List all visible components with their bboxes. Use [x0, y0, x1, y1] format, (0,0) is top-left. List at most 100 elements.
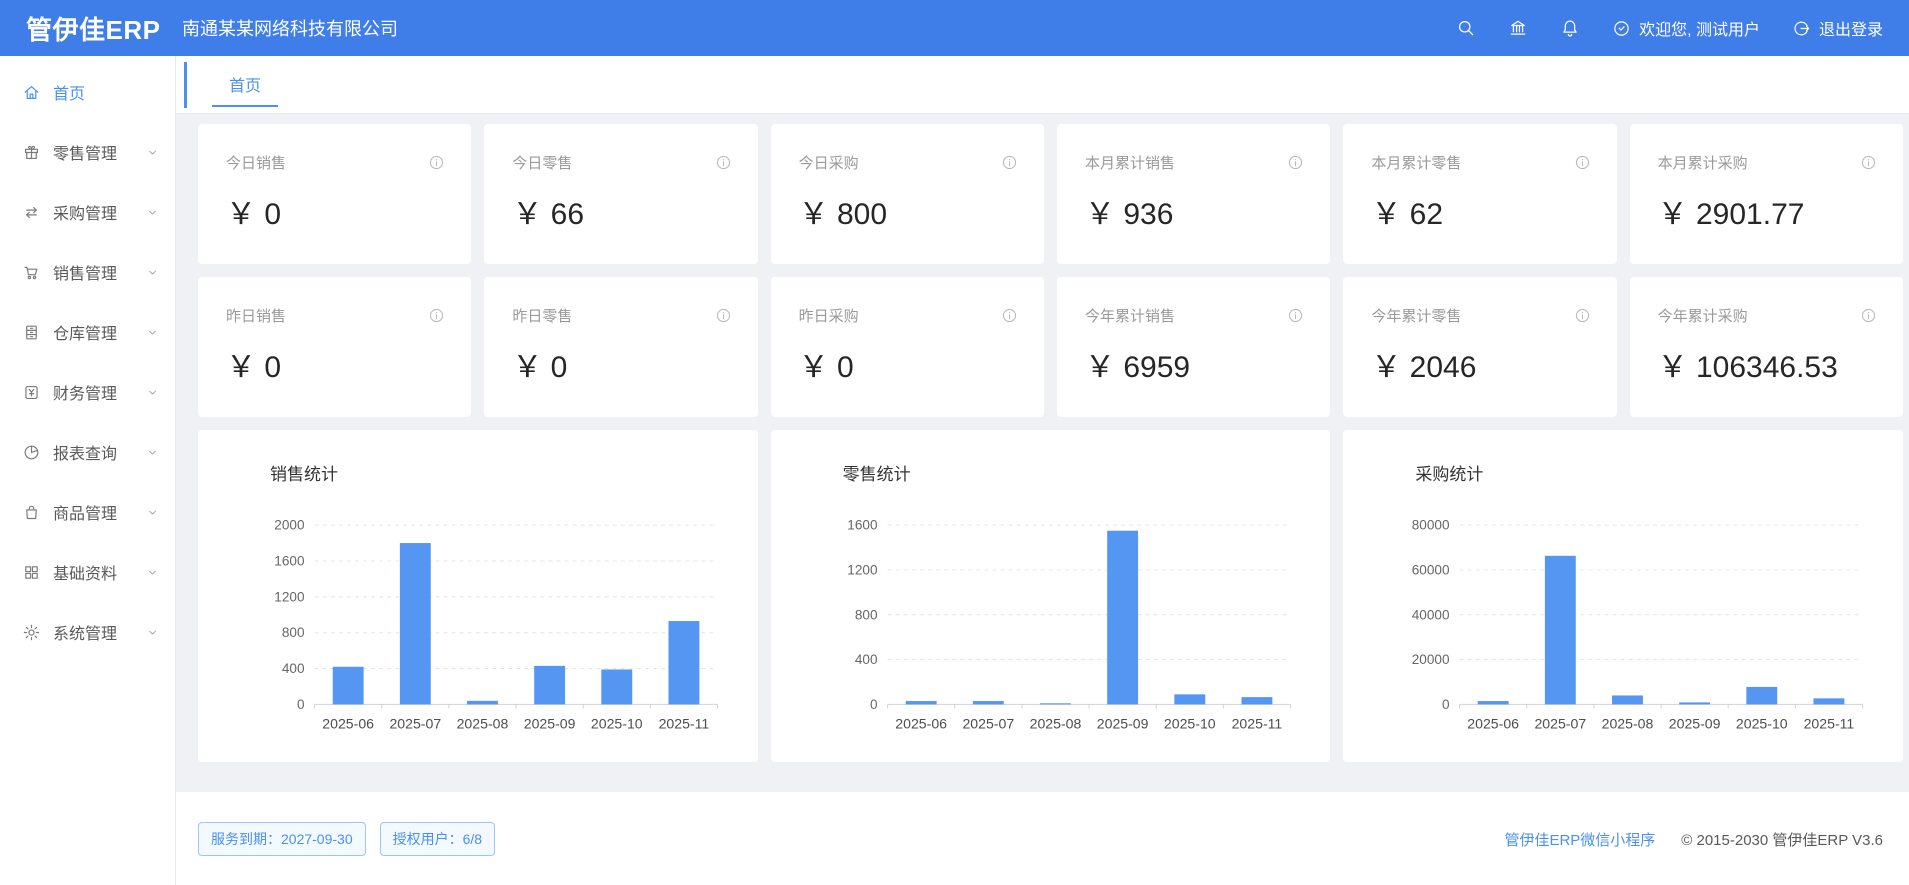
stat-card-label: 今日采购 — [799, 152, 859, 173]
content-area: 首页 今日销售￥ 0今日零售￥ 66今日采购￥ 800本月累计销售￥ 936本月… — [176, 56, 1909, 885]
stat-card: 今日采购￥ 800 — [771, 124, 1044, 264]
sidebar-item-swap[interactable]: 采购管理 — [0, 182, 175, 242]
info-icon[interactable] — [1287, 307, 1304, 324]
stat-card-label: 今年累计销售 — [1085, 305, 1175, 326]
stat-card-value: ￥ 0 — [226, 189, 445, 233]
svg-text:800: 800 — [282, 625, 305, 640]
stat-card: 今年累计采购￥ 106346.53 — [1630, 277, 1903, 417]
finance-icon — [22, 383, 41, 402]
stat-card-value: ￥ 936 — [1085, 189, 1304, 233]
user-welcome[interactable]: 欢迎您, 测试用户 — [1612, 16, 1760, 40]
info-icon[interactable] — [1574, 154, 1591, 171]
info-icon[interactable] — [428, 154, 445, 171]
svg-text:2025-09: 2025-09 — [1669, 716, 1721, 732]
pie-icon — [22, 443, 41, 462]
sidebar-item-label: 商品管理 — [53, 500, 117, 524]
svg-text:800: 800 — [855, 607, 878, 622]
tab-bar: 首页 — [176, 56, 1909, 114]
stat-card-label: 昨日采购 — [799, 305, 859, 326]
footer-badges: 服务到期：2027-09-30授权用户：6/8 — [198, 822, 495, 856]
stat-card: 今年累计销售 ￥ 6959 — [1057, 277, 1330, 417]
svg-text:2025-06: 2025-06 — [895, 716, 947, 732]
sidebar-item-pie[interactable]: 报表查询 — [0, 422, 175, 482]
stat-card-head: 本月累计销售 — [1085, 152, 1304, 173]
sidebar-item-label: 首页 — [53, 80, 85, 104]
chevron-down-icon — [146, 446, 159, 459]
bank-icon[interactable] — [1508, 18, 1528, 38]
svg-text:2025-08: 2025-08 — [457, 716, 509, 732]
stat-card-head: 今年累计采购 — [1658, 305, 1877, 326]
svg-text:2025-10: 2025-10 — [1164, 716, 1216, 732]
logout-button[interactable]: 退出登录 — [1792, 16, 1883, 40]
sidebar-item-cabinet[interactable]: 仓库管理 — [0, 302, 175, 362]
tab-home[interactable]: 首页 — [212, 63, 278, 107]
stat-card-value: ￥ 6959 — [1085, 342, 1304, 386]
stat-card-label: 今年累计采购 — [1658, 305, 1748, 326]
chart-title: 采购统计 — [1415, 460, 1883, 485]
stat-card-label: 今日零售 — [512, 152, 572, 173]
stat-card: 今年累计零售 ￥ 2046 — [1343, 277, 1616, 417]
sidebar-item-cart[interactable]: 销售管理 — [0, 242, 175, 302]
info-icon[interactable] — [428, 307, 445, 324]
sidebar-item-finance[interactable]: 财务管理 — [0, 362, 175, 422]
svg-text:0: 0 — [1442, 697, 1450, 712]
stat-card-label: 今年累计零售 — [1371, 305, 1461, 326]
stat-card: 本月累计销售 ￥ 936 — [1057, 124, 1330, 264]
stat-card: 本月累计零售 ￥ 62 — [1343, 124, 1616, 264]
gear-icon — [22, 623, 41, 642]
chevron-down-icon — [146, 626, 159, 639]
stat-card-head: 今年累计销售 — [1085, 305, 1304, 326]
svg-text:60000: 60000 — [1412, 562, 1450, 577]
chevron-down-icon — [146, 326, 159, 339]
app-logo: 管伊佳ERP — [0, 10, 176, 47]
stat-cards-grid: 今日销售￥ 0今日零售￥ 66今日采购￥ 800本月累计销售￥ 936本月累计零… — [198, 124, 1903, 417]
svg-text:1600: 1600 — [274, 554, 305, 569]
sidebar-item-bag[interactable]: 商品管理 — [0, 482, 175, 542]
bar-chart: 0400800120016002025-062025-072025-082025… — [807, 509, 1311, 751]
stat-card-head: 今年累计零售 — [1371, 305, 1590, 326]
grid-icon — [22, 563, 41, 582]
miniprogram-link[interactable]: 管伊佳ERP微信小程序 — [1504, 829, 1655, 850]
stat-card-label: 昨日零售 — [512, 305, 572, 326]
logout-icon — [1792, 19, 1811, 38]
info-icon[interactable] — [1860, 154, 1877, 171]
sidebar-item-gear[interactable]: 系统管理 — [0, 602, 175, 662]
sidebar-item-label: 系统管理 — [53, 620, 117, 644]
svg-text:400: 400 — [282, 661, 305, 676]
bell-icon[interactable] — [1560, 18, 1580, 38]
dashboard-page: 今日销售￥ 0今日零售￥ 66今日采购￥ 800本月累计销售￥ 936本月累计零… — [176, 114, 1909, 885]
sidebar-item-gift[interactable]: 零售管理 — [0, 122, 175, 182]
chart-panel-2: 零售统计0400800120016002025-062025-072025-08… — [771, 430, 1331, 762]
stat-card-value: ￥ 62 — [1371, 189, 1590, 233]
svg-text:2025-10: 2025-10 — [591, 716, 643, 732]
stat-card-label: 本月累计采购 — [1658, 152, 1748, 173]
main-layout: 首页零售管理采购管理销售管理仓库管理财务管理报表查询商品管理基础资料系统管理 首… — [0, 56, 1909, 885]
svg-text:2025-08: 2025-08 — [1029, 716, 1081, 732]
info-icon[interactable] — [1574, 307, 1591, 324]
company-name: 南通某某网络科技有限公司 — [176, 15, 398, 41]
stat-card-label: 昨日销售 — [226, 305, 286, 326]
stat-card: 本月累计采购￥ 2901.77 — [1630, 124, 1903, 264]
stat-card-label: 本月累计销售 — [1085, 152, 1175, 173]
stat-card-head: 今日零售 — [512, 152, 731, 173]
sidebar-menu: 首页零售管理采购管理销售管理仓库管理财务管理报表查询商品管理基础资料系统管理 — [0, 56, 176, 885]
sidebar-item-grid[interactable]: 基础资料 — [0, 542, 175, 602]
info-icon[interactable] — [715, 307, 732, 324]
svg-text:2025-11: 2025-11 — [659, 716, 710, 732]
info-icon[interactable] — [715, 154, 732, 171]
chart-panel-3: 采购统计0200004000060000800002025-062025-072… — [1343, 430, 1903, 762]
bar-chart: 04008001200160020002025-062025-072025-08… — [234, 509, 738, 751]
stat-card-label: 本月累计零售 — [1371, 152, 1461, 173]
search-icon[interactable] — [1456, 18, 1476, 38]
info-icon[interactable] — [1001, 154, 1018, 171]
stat-card-value: ￥ 2046 — [1371, 342, 1590, 386]
svg-text:400: 400 — [855, 652, 878, 667]
info-icon[interactable] — [1287, 154, 1304, 171]
sidebar-item-home[interactable]: 首页 — [0, 62, 175, 122]
info-icon[interactable] — [1860, 307, 1877, 324]
info-icon[interactable] — [1001, 307, 1018, 324]
svg-text:2025-08: 2025-08 — [1602, 716, 1654, 732]
svg-text:2025-06: 2025-06 — [322, 716, 374, 732]
svg-text:2025-07: 2025-07 — [389, 716, 441, 732]
stat-card-head: 今日销售 — [226, 152, 445, 173]
